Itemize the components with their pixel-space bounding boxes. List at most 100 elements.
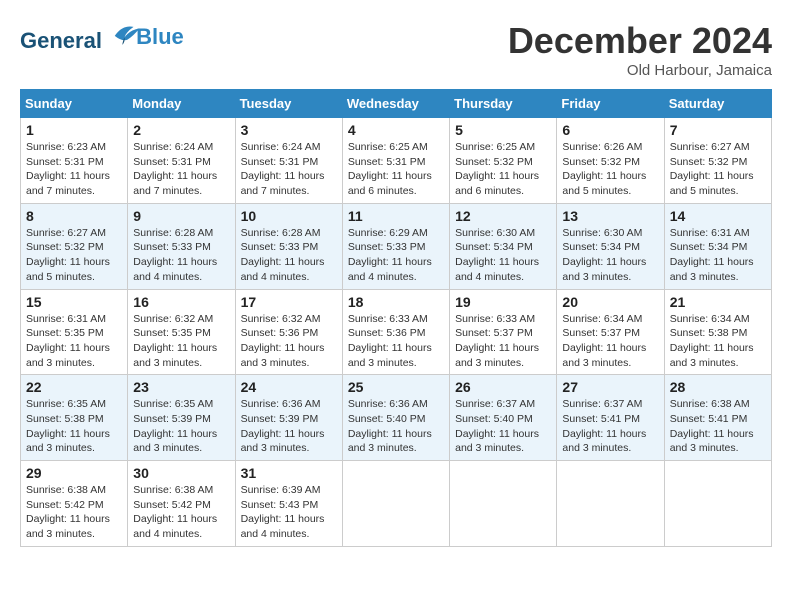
table-row: 17 Sunrise: 6:32 AMSunset: 5:36 PMDayligh… bbox=[235, 289, 342, 375]
month-title: December 2024 bbox=[508, 20, 772, 62]
table-row bbox=[342, 461, 449, 547]
col-wednesday: Wednesday bbox=[342, 90, 449, 118]
day-info: Sunrise: 6:33 AMSunset: 5:37 PMDaylight:… bbox=[455, 312, 551, 371]
table-row: 10 Sunrise: 6:28 AMSunset: 5:33 PMDayligh… bbox=[235, 203, 342, 289]
day-number: 2 bbox=[133, 122, 229, 138]
day-number: 10 bbox=[241, 208, 337, 224]
table-row: 30Sunrise: 6:38 AMSunset: 5:42 PMDayligh… bbox=[128, 461, 235, 547]
calendar-table: Sunday Monday Tuesday Wednesday Thursday… bbox=[20, 89, 772, 547]
col-tuesday: Tuesday bbox=[235, 90, 342, 118]
day-number: 16 bbox=[133, 294, 229, 310]
day-info: Sunrise: 6:36 AMSunset: 5:39 PMDaylight:… bbox=[241, 397, 337, 456]
day-info: Sunrise: 6:30 AMSunset: 5:34 PMDaylight:… bbox=[562, 226, 658, 285]
logo-text-blue: Blue bbox=[136, 24, 184, 50]
day-info: Sunrise: 6:37 AMSunset: 5:40 PMDaylight:… bbox=[455, 397, 551, 456]
day-info: Sunrise: 6:38 AMSunset: 5:42 PMDaylight:… bbox=[133, 483, 229, 542]
title-section: December 2024 Old Harbour, Jamaica bbox=[508, 20, 772, 79]
day-number: 12 bbox=[455, 208, 551, 224]
calendar-header-row: Sunday Monday Tuesday Wednesday Thursday… bbox=[21, 90, 772, 118]
table-row: 29 Sunrise: 6:38 AMSunset: 5:42 PMDayligh… bbox=[21, 461, 128, 547]
day-info: Sunrise: 6:25 AMSunset: 5:32 PMDaylight:… bbox=[455, 140, 551, 199]
day-number: 31 bbox=[241, 465, 337, 481]
day-number: 20 bbox=[562, 294, 658, 310]
day-info: Sunrise: 6:30 AMSunset: 5:34 PMDaylight:… bbox=[455, 226, 551, 285]
day-number: 21 bbox=[670, 294, 766, 310]
table-row: 2 Sunrise: 6:24 AMSunset: 5:31 PMDaylight… bbox=[128, 118, 235, 204]
day-info: Sunrise: 6:35 AMSunset: 5:39 PMDaylight:… bbox=[133, 397, 229, 456]
day-number: 17 bbox=[241, 294, 337, 310]
day-number: 14 bbox=[670, 208, 766, 224]
table-row: 8Sunrise: 6:27 AMSunset: 5:32 PMDaylight… bbox=[21, 203, 128, 289]
day-info: Sunrise: 6:28 AMSunset: 5:33 PMDaylight:… bbox=[241, 226, 337, 285]
table-row bbox=[557, 461, 664, 547]
table-row: 22Sunrise: 6:35 AMSunset: 5:38 PMDayligh… bbox=[21, 375, 128, 461]
table-row: 26 Sunrise: 6:37 AMSunset: 5:40 PMDayligh… bbox=[450, 375, 557, 461]
calendar-week-row: 15 Sunrise: 6:31 AMSunset: 5:35 PMDayligh… bbox=[21, 289, 772, 375]
table-row: 27 Sunrise: 6:37 AMSunset: 5:41 PMDayligh… bbox=[557, 375, 664, 461]
table-row: 24Sunrise: 6:36 AMSunset: 5:39 PMDayligh… bbox=[235, 375, 342, 461]
day-number: 26 bbox=[455, 379, 551, 395]
day-info: Sunrise: 6:36 AMSunset: 5:40 PMDaylight:… bbox=[348, 397, 444, 456]
table-row: 16 Sunrise: 6:32 AMSunset: 5:35 PMDayligh… bbox=[128, 289, 235, 375]
day-info: Sunrise: 6:35 AMSunset: 5:38 PMDaylight:… bbox=[26, 397, 122, 456]
table-row: 15 Sunrise: 6:31 AMSunset: 5:35 PMDayligh… bbox=[21, 289, 128, 375]
table-row: 5Sunrise: 6:25 AMSunset: 5:32 PMDaylight… bbox=[450, 118, 557, 204]
day-info: Sunrise: 6:23 AMSunset: 5:31 PMDaylight:… bbox=[26, 140, 122, 199]
day-info: Sunrise: 6:27 AMSunset: 5:32 PMDaylight:… bbox=[670, 140, 766, 199]
table-row: 20 Sunrise: 6:34 AMSunset: 5:37 PMDayligh… bbox=[557, 289, 664, 375]
day-number: 29 bbox=[26, 465, 122, 481]
calendar-week-row: 8Sunrise: 6:27 AMSunset: 5:32 PMDaylight… bbox=[21, 203, 772, 289]
day-number: 4 bbox=[348, 122, 444, 138]
table-row: 9Sunrise: 6:28 AMSunset: 5:33 PMDaylight… bbox=[128, 203, 235, 289]
table-row: 25 Sunrise: 6:36 AMSunset: 5:40 PMDayligh… bbox=[342, 375, 449, 461]
table-row bbox=[450, 461, 557, 547]
logo: General Blue bbox=[20, 20, 184, 54]
day-info: Sunrise: 6:38 AMSunset: 5:42 PMDaylight:… bbox=[26, 483, 122, 542]
table-row: 11 Sunrise: 6:29 AMSunset: 5:33 PMDayligh… bbox=[342, 203, 449, 289]
day-info: Sunrise: 6:24 AMSunset: 5:31 PMDaylight:… bbox=[133, 140, 229, 199]
col-friday: Friday bbox=[557, 90, 664, 118]
day-info: Sunrise: 6:33 AMSunset: 5:36 PMDaylight:… bbox=[348, 312, 444, 371]
day-info: Sunrise: 6:34 AMSunset: 5:37 PMDaylight:… bbox=[562, 312, 658, 371]
table-row: 14Sunrise: 6:31 AMSunset: 5:34 PMDayligh… bbox=[664, 203, 771, 289]
day-number: 8 bbox=[26, 208, 122, 224]
day-info: Sunrise: 6:38 AMSunset: 5:41 PMDaylight:… bbox=[670, 397, 766, 456]
day-info: Sunrise: 6:24 AMSunset: 5:31 PMDaylight:… bbox=[241, 140, 337, 199]
table-row: 21Sunrise: 6:34 AMSunset: 5:38 PMDayligh… bbox=[664, 289, 771, 375]
table-row: 31 Sunrise: 6:39 AMSunset: 5:43 PMDayligh… bbox=[235, 461, 342, 547]
day-number: 3 bbox=[241, 122, 337, 138]
table-row: 7 Sunrise: 6:27 AMSunset: 5:32 PMDaylight… bbox=[664, 118, 771, 204]
day-number: 25 bbox=[348, 379, 444, 395]
location: Old Harbour, Jamaica bbox=[508, 62, 772, 79]
day-info: Sunrise: 6:39 AMSunset: 5:43 PMDaylight:… bbox=[241, 483, 337, 542]
table-row: 12 Sunrise: 6:30 AMSunset: 5:34 PMDayligh… bbox=[450, 203, 557, 289]
day-number: 19 bbox=[455, 294, 551, 310]
day-number: 11 bbox=[348, 208, 444, 224]
day-number: 7 bbox=[670, 122, 766, 138]
day-number: 27 bbox=[562, 379, 658, 395]
day-number: 6 bbox=[562, 122, 658, 138]
day-number: 13 bbox=[562, 208, 658, 224]
day-number: 15 bbox=[26, 294, 122, 310]
table-row: 19 Sunrise: 6:33 AMSunset: 5:37 PMDayligh… bbox=[450, 289, 557, 375]
table-row bbox=[664, 461, 771, 547]
day-info: Sunrise: 6:28 AMSunset: 5:33 PMDaylight:… bbox=[133, 226, 229, 285]
day-number: 18 bbox=[348, 294, 444, 310]
table-row: 28 Sunrise: 6:38 AMSunset: 5:41 PMDayligh… bbox=[664, 375, 771, 461]
day-info: Sunrise: 6:31 AMSunset: 5:35 PMDaylight:… bbox=[26, 312, 122, 371]
col-saturday: Saturday bbox=[664, 90, 771, 118]
logo-text-general: General bbox=[20, 28, 102, 53]
table-row: 4Sunrise: 6:25 AMSunset: 5:31 PMDaylight… bbox=[342, 118, 449, 204]
day-info: Sunrise: 6:32 AMSunset: 5:36 PMDaylight:… bbox=[241, 312, 337, 371]
day-number: 1 bbox=[26, 122, 122, 138]
day-number: 28 bbox=[670, 379, 766, 395]
col-thursday: Thursday bbox=[450, 90, 557, 118]
day-info: Sunrise: 6:32 AMSunset: 5:35 PMDaylight:… bbox=[133, 312, 229, 371]
calendar-week-row: 29 Sunrise: 6:38 AMSunset: 5:42 PMDayligh… bbox=[21, 461, 772, 547]
table-row: 18 Sunrise: 6:33 AMSunset: 5:36 PMDayligh… bbox=[342, 289, 449, 375]
page-header: General Blue December 2024 Old Harbour, … bbox=[20, 20, 772, 79]
day-info: Sunrise: 6:29 AMSunset: 5:33 PMDaylight:… bbox=[348, 226, 444, 285]
calendar-week-row: 22Sunrise: 6:35 AMSunset: 5:38 PMDayligh… bbox=[21, 375, 772, 461]
day-info: Sunrise: 6:26 AMSunset: 5:32 PMDaylight:… bbox=[562, 140, 658, 199]
day-info: Sunrise: 6:37 AMSunset: 5:41 PMDaylight:… bbox=[562, 397, 658, 456]
